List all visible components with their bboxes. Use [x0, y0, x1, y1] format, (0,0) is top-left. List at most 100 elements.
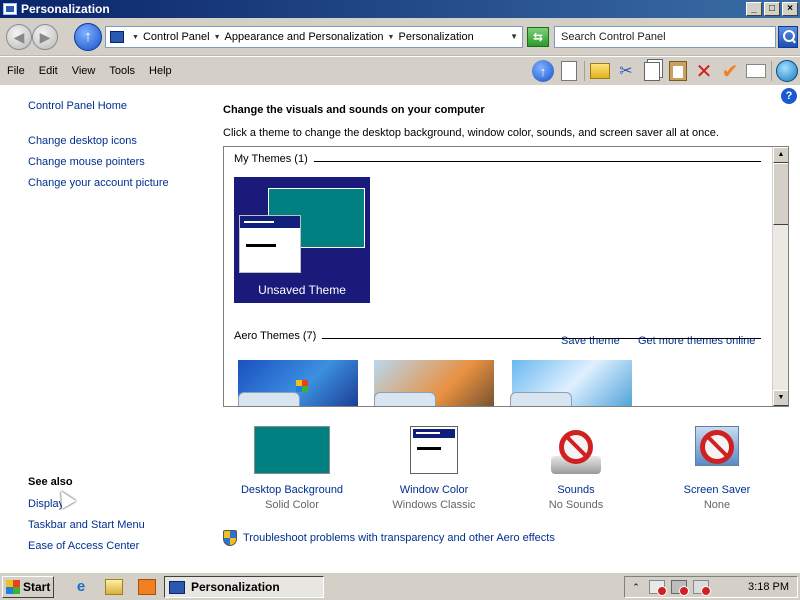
unsaved-theme-label: Unsaved Theme [258, 283, 346, 297]
menu-edit[interactable]: Edit [32, 65, 65, 77]
chevron-up-icon[interactable]: ⌃ [629, 582, 643, 593]
unsaved-theme-tile[interactable]: Unsaved Theme [234, 177, 370, 303]
desktop-background-label[interactable]: Desktop Background [222, 484, 362, 496]
security-alert-icon[interactable] [649, 580, 667, 596]
content-area: ? Control Panel Home Change desktop icon… [0, 85, 800, 572]
internet-explorer-icon[interactable]: e [72, 579, 90, 595]
page-description: Click a theme to change the desktop back… [223, 127, 719, 139]
scroll-thumb[interactable] [773, 163, 788, 225]
menu-file[interactable]: File [0, 65, 32, 77]
forward-button[interactable]: ▶ [32, 24, 58, 50]
sounds-setting[interactable]: Sounds No Sounds [506, 426, 646, 511]
address-bar: ◀ ▶ ↑ ▼ Control Panel ▼ Appearance and P… [0, 18, 800, 56]
system-tray: ⌃ 3:18 PM [624, 576, 798, 598]
change-account-picture-link[interactable]: Change your account picture [28, 177, 169, 189]
theme-list[interactable]: My Themes (1) Unsaved Theme Save theme G… [223, 146, 789, 407]
check-icon[interactable]: ✔ [719, 60, 741, 83]
screen-saver-label[interactable]: Screen Saver [647, 484, 787, 496]
toolbar-separator [771, 61, 772, 81]
taskbar-personalization-button[interactable]: Personalization [164, 576, 324, 598]
start-label: Start [23, 580, 51, 594]
get-more-themes-link[interactable]: Get more themes online [638, 335, 755, 347]
taskbar-start-menu-link[interactable]: Taskbar and Start Menu [28, 519, 145, 531]
chevron-down-icon[interactable]: ▼ [388, 34, 395, 41]
window-color-icon [410, 426, 458, 474]
back-button[interactable]: ◀ [6, 24, 32, 50]
search-icon[interactable] [778, 26, 798, 48]
media-player-icon[interactable] [138, 579, 156, 595]
taskbar: Start e Personalization ⌃ 3:18 PM [0, 572, 800, 600]
up-button[interactable]: ↑ [74, 23, 102, 51]
menu-tools[interactable]: Tools [102, 65, 142, 77]
desktop-background-value: Solid Color [265, 499, 319, 511]
window-color-label[interactable]: Window Color [364, 484, 504, 496]
theme-preview-window [239, 215, 301, 273]
copy-icon[interactable] [641, 60, 663, 82]
scroll-down-button[interactable]: ▼ [773, 390, 788, 406]
toolbar-separator [584, 61, 585, 81]
mail-icon[interactable] [745, 60, 767, 82]
breadcrumb-control-panel[interactable]: Control Panel [143, 31, 210, 43]
screen-saver-value: None [703, 499, 731, 511]
taskbar-item-label: Personalization [191, 580, 280, 594]
window-controls: _ □ × [746, 2, 798, 16]
search-input[interactable]: Search Control Panel [554, 26, 776, 48]
control-panel-icon [169, 580, 185, 594]
scissors-icon[interactable]: ✂ [615, 60, 637, 82]
volume-muted-icon[interactable] [693, 580, 711, 596]
my-themes-label: My Themes (1) [234, 153, 314, 165]
paste-icon[interactable] [667, 60, 689, 82]
ease-of-access-link[interactable]: Ease of Access Center [28, 540, 139, 552]
globe-icon[interactable] [776, 60, 798, 82]
sounds-label[interactable]: Sounds [506, 484, 646, 496]
control-panel-icon [110, 31, 124, 43]
menu-view[interactable]: View [65, 65, 103, 77]
sounds-value: No Sounds [548, 499, 604, 511]
desktop-background-setting[interactable]: Desktop Background Solid Color [222, 426, 362, 511]
troubleshoot-link[interactable]: Troubleshoot problems with transparency … [243, 532, 555, 544]
network-alert-icon[interactable] [671, 580, 689, 596]
aero-theme-cap [510, 392, 572, 406]
vertical-scrollbar[interactable]: ▲ ▼ [772, 147, 788, 406]
breadcrumb-personalization[interactable]: Personalization [398, 31, 473, 43]
minimize-button[interactable]: _ [746, 2, 762, 16]
window-title: Personalization [21, 2, 110, 16]
aero-theme-cap [374, 392, 436, 406]
address-dropdown-icon[interactable]: ▼ [510, 32, 518, 41]
window-color-value: Windows Classic [392, 499, 476, 511]
clock[interactable]: 3:18 PM [748, 581, 789, 593]
troubleshoot-row: Troubleshoot problems with transparency … [223, 530, 555, 546]
screen-saver-setting[interactable]: Screen Saver None [647, 426, 787, 511]
chevron-down-icon[interactable]: ▼ [214, 34, 221, 41]
save-theme-link[interactable]: Save theme [561, 335, 620, 347]
refresh-button[interactable]: ⇆ [527, 27, 549, 47]
aero-theme-cap [238, 392, 300, 406]
folder-icon[interactable] [589, 60, 611, 82]
help-icon[interactable]: ? [781, 88, 797, 104]
up-icon[interactable]: ↑ [532, 60, 554, 82]
chevron-down-icon[interactable]: ▼ [132, 34, 139, 41]
start-button[interactable]: Start [2, 576, 54, 598]
window-color-setting[interactable]: Window Color Windows Classic [364, 426, 504, 511]
page-title: Change the visuals and sounds on your co… [223, 104, 485, 116]
close-button[interactable]: × [782, 2, 798, 16]
windows-logo-icon [6, 580, 20, 594]
no-screensaver-icon [700, 430, 734, 464]
control-panel-home-link[interactable]: Control Panel Home [28, 100, 127, 112]
folder-icon[interactable] [105, 579, 123, 595]
breadcrumb[interactable]: ▼ Control Panel ▼ Appearance and Persona… [105, 26, 523, 48]
title-bar: Personalization _ □ × [0, 0, 800, 18]
aero-themes-label: Aero Themes (7) [234, 330, 323, 342]
menu-help[interactable]: Help [142, 65, 179, 77]
maximize-button[interactable]: □ [764, 2, 780, 16]
scroll-up-button[interactable]: ▲ [773, 147, 788, 163]
breadcrumb-appearance[interactable]: Appearance and Personalization [225, 31, 384, 43]
desktop-background-icon [254, 426, 330, 474]
change-mouse-pointers-link[interactable]: Change mouse pointers [28, 156, 145, 168]
no-sound-icon [559, 430, 593, 464]
shield-icon [223, 530, 237, 546]
change-desktop-icons-link[interactable]: Change desktop icons [28, 135, 137, 147]
page-icon[interactable] [558, 60, 580, 82]
toolbar: ↑ ✂ ✕ ✔ [532, 59, 798, 83]
delete-icon[interactable]: ✕ [693, 60, 715, 83]
